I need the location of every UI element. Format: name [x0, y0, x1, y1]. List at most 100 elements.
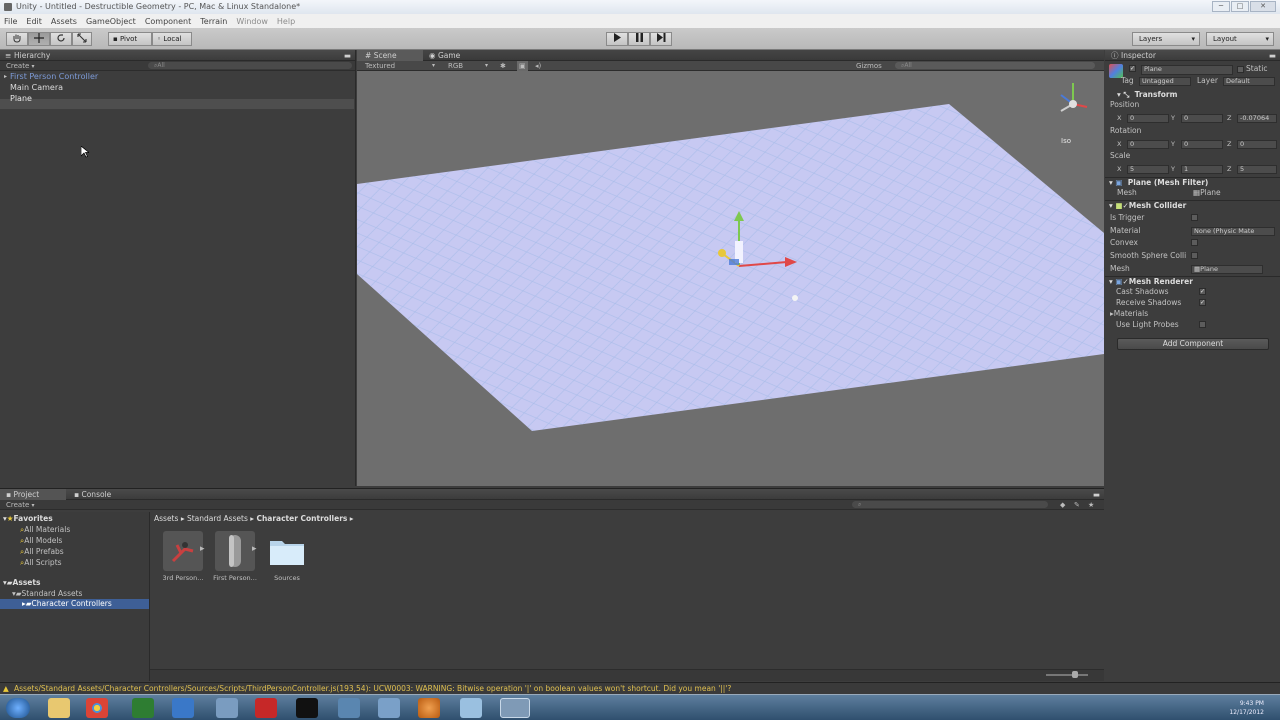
mesh-filter-header[interactable]: ▾ ▣ Plane (Mesh Filter) [1109, 178, 1208, 188]
menu-terrain[interactable]: Terrain [200, 17, 227, 26]
hierarchy-item-first-person-controller[interactable]: First Person Controller [10, 72, 98, 82]
local-toggle[interactable]: ◦ Local [152, 32, 192, 46]
scale-tool-button[interactable] [72, 32, 92, 46]
collider-mesh-field[interactable]: ▦Plane [1191, 265, 1263, 274]
rotate-tool-button[interactable] [50, 32, 72, 46]
start-button-icon[interactable] [6, 698, 30, 718]
project-tab[interactable]: ▪ Project [0, 489, 66, 500]
menu-edit[interactable]: Edit [26, 17, 42, 26]
perspective-label[interactable]: Iso [1061, 137, 1071, 145]
mesh-field[interactable]: ▦Plane [1193, 188, 1221, 198]
panel-menu-icon[interactable]: ▬ [344, 50, 351, 61]
rotation-z-field[interactable]: 0 [1237, 140, 1277, 149]
rotation-y-field[interactable]: 0 [1181, 140, 1223, 149]
console-tab[interactable]: ▪ Console [74, 489, 111, 500]
asset-first-person-prefab[interactable]: ▸ First Person... [212, 531, 258, 582]
minimize-button[interactable]: ─ [1212, 1, 1230, 12]
blender-icon[interactable] [418, 698, 440, 718]
menu-file[interactable]: File [4, 17, 17, 26]
breadcrumb-item[interactable]: Assets [154, 514, 178, 523]
layout-dropdown[interactable]: Layout ▾ [1206, 32, 1274, 46]
receive-shadows-checkbox[interactable]: ✓ [1199, 299, 1206, 306]
mesh-collider-header[interactable]: ▾ ■✓Mesh Collider [1109, 201, 1186, 211]
project-create-button[interactable]: Create [6, 501, 29, 509]
render-mode-dropdown[interactable]: Textured [365, 61, 395, 71]
filter-label-icon[interactable]: ✎ [1074, 500, 1080, 510]
media-player-icon[interactable] [296, 698, 318, 718]
hierarchy-item-main-camera[interactable]: Main Camera [10, 83, 63, 93]
position-x-field[interactable]: 0 [1127, 114, 1169, 123]
scene-image-icon[interactable]: ▣ [517, 61, 528, 71]
favorite-all-prefabs[interactable]: ⌕All Prefabs [20, 547, 64, 557]
cast-shadows-checkbox[interactable]: ✓ [1199, 288, 1206, 295]
scene-audio-icon[interactable]: ◂) [535, 61, 541, 71]
filezilla-icon[interactable] [255, 698, 277, 718]
asset-sources-folder[interactable]: Sources [264, 531, 310, 582]
hierarchy-create-button[interactable]: Create [6, 62, 29, 70]
project-search-input[interactable]: ⌕ [852, 501, 1048, 508]
clock-date[interactable]: 12/17/2012 [1170, 708, 1264, 717]
add-component-button[interactable]: Add Component [1117, 338, 1269, 350]
scale-x-field[interactable]: 5 [1127, 165, 1169, 174]
expand-arrow-icon[interactable]: ▸ [4, 72, 7, 82]
outlook-icon[interactable] [172, 698, 194, 718]
expand-prefab-icon[interactable]: ▸ [252, 544, 257, 554]
smooth-sphere-checkbox[interactable] [1191, 252, 1198, 259]
static-checkbox[interactable] [1237, 66, 1244, 73]
expand-prefab-icon[interactable]: ▸ [200, 544, 205, 554]
object-name-field[interactable]: Plane [1141, 65, 1233, 75]
breadcrumb-item[interactable]: Character Controllers [256, 514, 347, 523]
favorite-all-materials[interactable]: ⌕All Materials [20, 525, 70, 535]
status-bar[interactable]: ▲ Assets/Standard Assets/Character Contr… [0, 682, 1280, 694]
mesh-renderer-header[interactable]: ▾ ▣✓Mesh Renderer [1109, 277, 1193, 287]
material-field[interactable]: None (Physic Mate [1191, 227, 1275, 236]
layers-dropdown[interactable]: Layers ▾ [1132, 32, 1200, 46]
convex-checkbox[interactable] [1191, 239, 1198, 246]
panel-menu-icon[interactable]: ▬ [1269, 50, 1276, 61]
favorite-all-models[interactable]: ⌕All Models [20, 536, 62, 546]
app-icon[interactable] [460, 698, 482, 718]
is-trigger-checkbox[interactable] [1191, 214, 1198, 221]
panel-menu-icon[interactable]: ▬ [1093, 489, 1100, 500]
active-checkbox[interactable]: ✓ [1129, 65, 1136, 72]
color-mode-dropdown[interactable]: RGB [448, 61, 463, 71]
hierarchy-tab[interactable]: Hierarchy [14, 51, 50, 60]
rotation-x-field[interactable]: 0 [1127, 140, 1169, 149]
menu-window[interactable]: Window [236, 17, 268, 26]
favorite-all-scripts[interactable]: ⌕All Scripts [20, 558, 62, 568]
assets-section[interactable]: ▾▰Assets [3, 578, 40, 588]
folder-standard-assets[interactable]: ▾▰Standard Assets [12, 589, 82, 599]
pause-button[interactable] [628, 32, 650, 46]
move-tool-button[interactable] [28, 32, 50, 46]
position-y-field[interactable]: 0 [1181, 114, 1223, 123]
position-z-field[interactable]: -0.07064 [1237, 114, 1277, 123]
menu-component[interactable]: Component [145, 17, 191, 26]
excel-icon[interactable] [132, 698, 154, 718]
layer-dropdown[interactable]: Default [1223, 77, 1275, 86]
app-icon[interactable] [216, 698, 238, 718]
folder-character-controllers[interactable]: ▸▰Character Controllers [0, 599, 149, 609]
app-icon[interactable] [378, 698, 400, 718]
hierarchy-search-input[interactable]: ⌕All [148, 62, 352, 69]
filter-type-icon[interactable]: ◆ [1060, 500, 1065, 510]
asset-third-person-prefab[interactable]: ▸ 3rd Person... [160, 531, 206, 582]
scene-lighting-icon[interactable]: ✱ [500, 61, 506, 71]
scale-z-field[interactable]: 5 [1237, 165, 1277, 174]
hierarchy-item-plane[interactable]: Plane [10, 94, 32, 104]
scene-tab[interactable]: # Scene [357, 50, 423, 61]
light-probes-checkbox[interactable] [1199, 321, 1206, 328]
materials-foldout[interactable]: ▸Materials [1110, 309, 1148, 319]
file-explorer-icon[interactable] [48, 698, 70, 718]
app-icon[interactable] [338, 698, 360, 718]
menu-gameobject[interactable]: GameObject [86, 17, 136, 26]
inspector-tab[interactable]: Inspector [1121, 51, 1156, 60]
pivot-toggle[interactable]: ▪ Pivot [108, 32, 152, 46]
game-tab[interactable]: ◉ Game [429, 50, 460, 61]
favorite-star-icon[interactable]: ★ [1088, 500, 1094, 510]
scale-y-field[interactable]: 1 [1181, 165, 1223, 174]
chrome-browser-icon[interactable] [86, 698, 108, 718]
close-button[interactable]: ✕ [1250, 1, 1276, 12]
tag-dropdown[interactable]: Untagged [1139, 77, 1191, 86]
unity-taskbar-icon[interactable] [500, 698, 530, 718]
scene-viewport[interactable]: Iso [357, 71, 1104, 486]
